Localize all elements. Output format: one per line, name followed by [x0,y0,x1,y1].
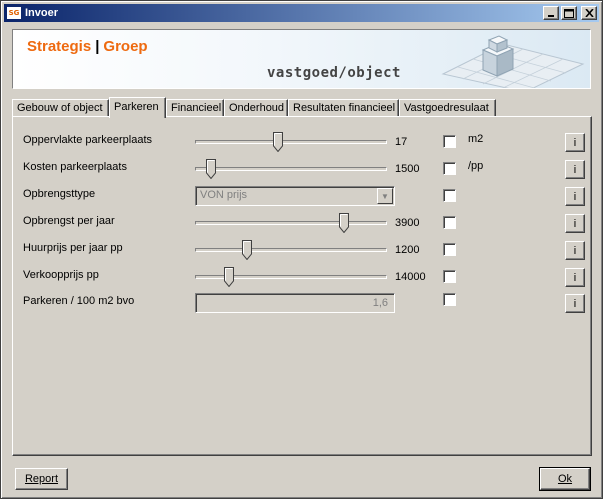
oppervlakte-parkeerplaats-info-button[interactable]: i [565,133,585,152]
invoer-window: SG Invoer Strategis | Groep vastgoed/objec… [0,0,603,499]
brand-logo: Strategis | Groep [27,38,148,55]
verkoopprijs-pp-slider-thumb[interactable] [224,267,235,287]
opbrengst-per-jaar-info-button[interactable]: i [565,214,585,233]
brand-name-left: Strategis [27,38,92,55]
tab-panel-parkeren: Oppervlakte parkeerplaats 17 m2 i Kosten… [12,116,592,456]
close-icon [584,9,594,17]
verkoopprijs-pp-info-button[interactable]: i [565,268,585,287]
tab-parkeren[interactable]: Parkeren [109,97,166,118]
row-opbrengsttype: Opbrengsttype VON prijs ▼ i [13,184,591,206]
huurprijs-per-jaar-pp-label: Huurprijs per jaar pp [23,242,123,254]
report-button-label: Report [24,473,59,485]
opbrengsttype-selected-value: VON prijs [200,189,248,201]
tab-gebouw-of-object[interactable]: Gebouw of object [12,99,109,117]
brand-separator: | [95,38,100,55]
maximize-icon [564,8,574,18]
minimize-icon [548,15,554,17]
kosten-parkeerplaats-unit: /pp [468,160,484,172]
report-button[interactable]: Report [15,468,68,490]
parkeren-per-100m2-bvo-info-button[interactable]: i [565,294,585,313]
huurprijs-per-jaar-pp-checkbox[interactable] [443,243,456,256]
row-opbrengst-per-jaar: Opbrengst per jaar 3900 i [13,211,591,233]
parkeren-per-100m2-bvo-checkbox[interactable] [443,293,456,306]
parkeren-per-100m2-bvo-field: 1,6 [195,293,395,313]
header-banner: Strategis | Groep vastgoed/object [12,29,591,89]
chevron-down-icon[interactable]: ▼ [377,188,393,204]
huurprijs-per-jaar-pp-slider-track[interactable] [195,248,387,252]
banner-subtitle: vastgoed/object [267,65,401,81]
tab-onderhoud[interactable]: Onderhoud [224,99,288,117]
verkoopprijs-pp-label: Verkoopprijs pp [23,269,99,281]
tab-financieel[interactable]: Financieel [166,99,224,117]
kosten-parkeerplaats-label: Kosten parkeerplaats [23,161,127,173]
parkeren-per-100m2-bvo-label: Parkeren / 100 m2 bvo [23,295,135,307]
ok-button[interactable]: Ok [539,467,591,491]
verkoopprijs-pp-checkbox[interactable] [443,270,456,283]
oppervlakte-parkeerplaats-unit: m2 [468,133,484,145]
app-logo-icon: SG [7,7,21,19]
row-oppervlakte-parkeerplaats: Oppervlakte parkeerplaats 17 m2 i [13,130,591,152]
oppervlakte-parkeerplaats-slider-thumb[interactable] [273,132,284,152]
minimize-button[interactable] [543,6,559,20]
window-title: Invoer [25,7,59,19]
oppervlakte-parkeerplaats-label: Oppervlakte parkeerplaats [23,134,153,146]
close-button[interactable] [581,6,597,20]
row-kosten-parkeerplaats: Kosten parkeerplaats 1500 /pp i [13,157,591,179]
kosten-parkeerplaats-info-button[interactable]: i [565,160,585,179]
brand-name-right: Groep [103,38,148,55]
kosten-parkeerplaats-checkbox[interactable] [443,162,456,175]
kosten-parkeerplaats-slider-thumb[interactable] [205,159,216,179]
opbrengst-per-jaar-slider-thumb[interactable] [338,213,349,233]
verkoopprijs-pp-value: 14000 [395,271,426,283]
title-bar[interactable]: SG Invoer [4,4,599,22]
maximize-button[interactable] [561,6,577,20]
huurprijs-per-jaar-pp-value: 1200 [395,244,420,256]
opbrengst-per-jaar-slider-track[interactable] [195,221,387,225]
oppervlakte-parkeerplaats-value: 17 [395,136,408,148]
tab-vastgoedresulaat[interactable]: Vastgoedresulaat [399,99,496,117]
opbrengst-per-jaar-checkbox[interactable] [443,216,456,229]
opbrengsttype-dropdown[interactable]: VON prijs ▼ [195,186,395,206]
building-grid-icon [441,35,585,88]
tab-resultaten-financieel[interactable]: Resultaten financieel [288,99,399,117]
huurprijs-per-jaar-pp-info-button[interactable]: i [565,241,585,260]
opbrengst-per-jaar-label: Opbrengst per jaar [23,215,115,227]
kosten-parkeerplaats-slider-track[interactable] [195,167,387,171]
oppervlakte-parkeerplaats-slider-track[interactable] [195,140,387,144]
opbrengsttype-checkbox[interactable] [443,189,456,202]
oppervlakte-parkeerplaats-checkbox[interactable] [443,135,456,148]
opbrengst-per-jaar-value: 3900 [395,217,420,229]
huurprijs-per-jaar-pp-slider-thumb[interactable] [242,240,253,260]
opbrengsttype-label: Opbrengsttype [23,188,96,200]
kosten-parkeerplaats-value: 1500 [395,163,420,175]
opbrengsttype-info-button[interactable]: i [565,187,585,206]
row-verkoopprijs-pp: Verkoopprijs pp 14000 i [13,265,591,287]
row-huurprijs-per-jaar-pp: Huurprijs per jaar pp 1200 i [13,238,591,260]
row-parkeren-per-100m2-bvo: Parkeren / 100 m2 bvo 1,6 i [13,291,591,313]
ok-button-label: Ok [557,473,573,485]
